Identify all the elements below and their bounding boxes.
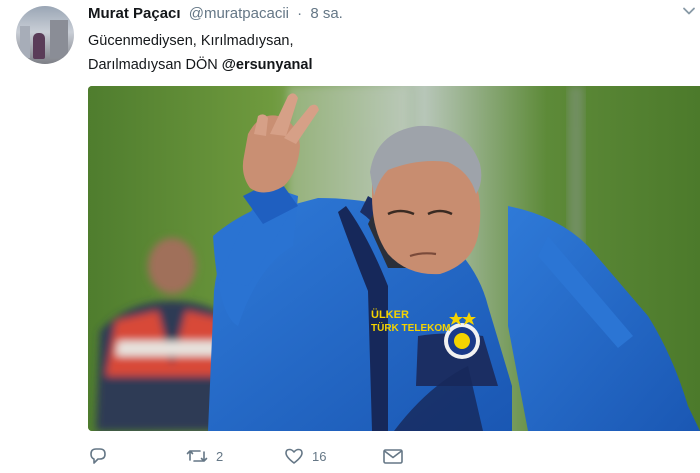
separator-dot: · [297, 5, 303, 22]
heart-icon [284, 446, 304, 466]
retweet-count: 2 [216, 448, 224, 464]
like-button[interactable]: 16 [284, 446, 326, 466]
chest-text-1: ÜLKER [371, 308, 409, 321]
tweet-text-line-2: Darılmadıysan DÖN @ersunyanal [88, 53, 448, 77]
direct-message-button[interactable] [382, 446, 404, 466]
envelope-icon [382, 446, 404, 466]
tweet-text: Gücenmediysen, Kırılmadıysan, Darılmadıy… [88, 29, 448, 77]
timestamp[interactable]: 8 sa. [310, 5, 343, 22]
chest-text-2: TÜRK TELEKOM [371, 321, 450, 334]
author-name[interactable]: Murat Paçacı [88, 5, 181, 22]
tweet-actions: 2 16 [88, 446, 700, 472]
author-handle[interactable]: @muratpacacii [189, 5, 289, 22]
retweet-icon [186, 446, 208, 466]
avatar[interactable] [16, 6, 74, 64]
like-count: 16 [312, 448, 327, 464]
reply-icon [88, 446, 108, 466]
photo-illustration: ÜLKER TÜRK TELEKOM avea [88, 86, 700, 431]
chevron-down-icon[interactable] [682, 4, 696, 22]
tweet-text-line-2-prefix: Darılmadıysan DÖN [88, 57, 222, 73]
tweet-header: Murat Paçacı @muratpacacii · 8 sa. [88, 5, 343, 22]
retweet-button[interactable]: 2 [186, 446, 223, 466]
tweet-photo[interactable]: ÜLKER TÜRK TELEKOM avea [88, 86, 700, 431]
tweet-text-line-1: Gücenmediysen, Kırılmadıysan, [88, 33, 294, 49]
reply-button[interactable] [88, 446, 116, 466]
mention-link[interactable]: @ersunyanal [222, 57, 313, 73]
